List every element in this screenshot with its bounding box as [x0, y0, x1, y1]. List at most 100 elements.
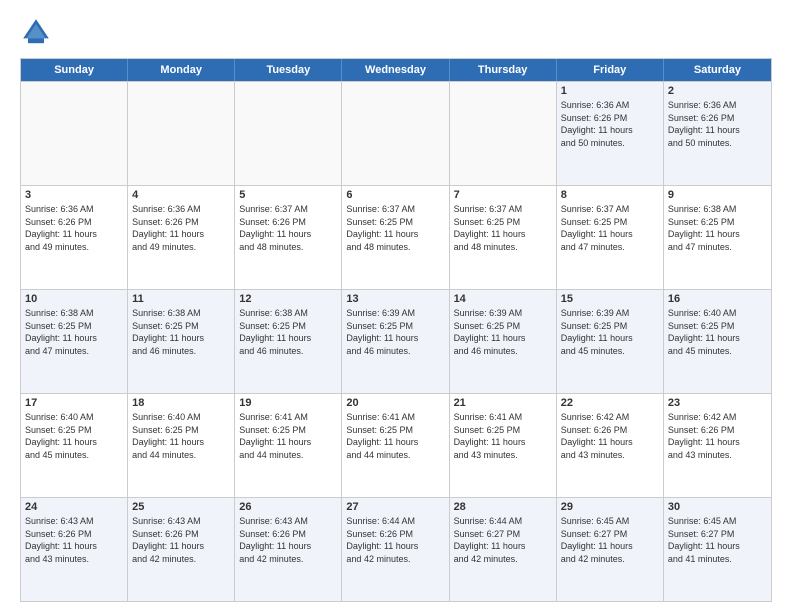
calendar-cell-2-0: 10Sunrise: 6:38 AM Sunset: 6:25 PM Dayli…: [21, 290, 128, 393]
cell-info: Sunrise: 6:44 AM Sunset: 6:26 PM Dayligh…: [346, 515, 444, 565]
calendar-cell-1-5: 8 Sunrise: 6:37 AM Sunset: 6:25 PM Daylig…: [557, 186, 664, 289]
day-number: 29: [561, 501, 659, 513]
cell-info: Sunrise: 6:39 AM Sunset: 6:25 PM Dayligh…: [561, 307, 659, 357]
calendar-cell-2-6: 16Sunrise: 6:40 AM Sunset: 6:25 PM Dayli…: [664, 290, 771, 393]
weekday-wednesday: Wednesday: [342, 59, 449, 81]
cell-info: Sunrise: 6:41 AM Sunset: 6:25 PM Dayligh…: [346, 411, 444, 461]
calendar-cell-2-4: 14Sunrise: 6:39 AM Sunset: 6:25 PM Dayli…: [450, 290, 557, 393]
calendar-cell-4-2: 26Sunrise: 6:43 AM Sunset: 6:26 PM Dayli…: [235, 498, 342, 601]
cell-info: Sunrise: 6:40 AM Sunset: 6:25 PM Dayligh…: [132, 411, 230, 461]
calendar-header: SundayMondayTuesdayWednesdayThursdayFrid…: [21, 59, 771, 81]
weekday-saturday: Saturday: [664, 59, 771, 81]
day-number: 30: [668, 501, 767, 513]
day-number: 15: [561, 293, 659, 305]
day-number: 17: [25, 397, 123, 409]
header: [20, 16, 772, 48]
calendar-cell-0-6: 2Sunrise: 6:36 AM Sunset: 6:26 PM Daylig…: [664, 82, 771, 185]
calendar-cell-3-5: 22 Sunrise: 6:42 AM Sunset: 6:26 PM Dayli…: [557, 394, 664, 497]
weekday-sunday: Sunday: [21, 59, 128, 81]
day-number: 12: [239, 293, 337, 305]
calendar-cell-0-1: [128, 82, 235, 185]
weekday-friday: Friday: [557, 59, 664, 81]
day-number: 19: [239, 397, 337, 409]
day-number: 25: [132, 501, 230, 513]
weekday-thursday: Thursday: [450, 59, 557, 81]
cell-info: Sunrise: 6:38 AM Sunset: 6:25 PM Dayligh…: [132, 307, 230, 357]
cell-info: Sunrise: 6:44 AM Sunset: 6:27 PM Dayligh…: [454, 515, 552, 565]
cell-info: Sunrise: 6:45 AM Sunset: 6:27 PM Dayligh…: [668, 515, 767, 565]
calendar-cell-1-6: 9 Sunrise: 6:38 AM Sunset: 6:25 PM Daylig…: [664, 186, 771, 289]
calendar-cell-1-3: 6 Sunrise: 6:37 AM Sunset: 6:25 PM Daylig…: [342, 186, 449, 289]
calendar-cell-4-4: 28 Sunrise: 6:44 AM Sunset: 6:27 PM Dayli…: [450, 498, 557, 601]
calendar-cell-4-5: 29 Sunrise: 6:45 AM Sunset: 6:27 PM Dayli…: [557, 498, 664, 601]
calendar-cell-3-3: 20Sunrise: 6:41 AM Sunset: 6:25 PM Dayli…: [342, 394, 449, 497]
day-number: 11: [132, 293, 230, 305]
day-number: 8: [561, 189, 659, 201]
calendar-row-1: 3 Sunrise: 6:36 AM Sunset: 6:26 PM Daylig…: [21, 185, 771, 289]
cell-info: Sunrise: 6:36 AM Sunset: 6:26 PM Dayligh…: [561, 99, 659, 149]
calendar-cell-4-0: 24Sunrise: 6:43 AM Sunset: 6:26 PM Dayli…: [21, 498, 128, 601]
calendar-cell-2-3: 13 Sunrise: 6:39 AM Sunset: 6:25 PM Dayli…: [342, 290, 449, 393]
calendar: SundayMondayTuesdayWednesdayThursdayFrid…: [20, 58, 772, 602]
cell-info: Sunrise: 6:38 AM Sunset: 6:25 PM Dayligh…: [668, 203, 767, 253]
calendar-cell-2-1: 11 Sunrise: 6:38 AM Sunset: 6:25 PM Dayli…: [128, 290, 235, 393]
day-number: 7: [454, 189, 552, 201]
calendar-cell-4-3: 27 Sunrise: 6:44 AM Sunset: 6:26 PM Dayli…: [342, 498, 449, 601]
day-number: 21: [454, 397, 552, 409]
cell-info: Sunrise: 6:37 AM Sunset: 6:26 PM Dayligh…: [239, 203, 337, 253]
day-number: 26: [239, 501, 337, 513]
logo: [20, 16, 56, 48]
day-number: 24: [25, 501, 123, 513]
day-number: 4: [132, 189, 230, 201]
calendar-cell-3-2: 19 Sunrise: 6:41 AM Sunset: 6:25 PM Dayli…: [235, 394, 342, 497]
calendar-cell-1-2: 5 Sunrise: 6:37 AM Sunset: 6:26 PM Daylig…: [235, 186, 342, 289]
calendar-cell-0-4: [450, 82, 557, 185]
day-number: 6: [346, 189, 444, 201]
day-number: 3: [25, 189, 123, 201]
calendar-row-3: 17 Sunrise: 6:40 AM Sunset: 6:25 PM Dayli…: [21, 393, 771, 497]
logo-icon: [20, 16, 52, 48]
cell-info: Sunrise: 6:39 AM Sunset: 6:25 PM Dayligh…: [346, 307, 444, 357]
weekday-tuesday: Tuesday: [235, 59, 342, 81]
calendar-cell-2-5: 15 Sunrise: 6:39 AM Sunset: 6:25 PM Dayli…: [557, 290, 664, 393]
calendar-cell-4-1: 25Sunrise: 6:43 AM Sunset: 6:26 PM Dayli…: [128, 498, 235, 601]
calendar-cell-1-0: 3 Sunrise: 6:36 AM Sunset: 6:26 PM Daylig…: [21, 186, 128, 289]
calendar-row-0: 1 Sunrise: 6:36 AM Sunset: 6:26 PM Daylig…: [21, 81, 771, 185]
day-number: 1: [561, 85, 659, 97]
cell-info: Sunrise: 6:41 AM Sunset: 6:25 PM Dayligh…: [239, 411, 337, 461]
day-number: 27: [346, 501, 444, 513]
calendar-cell-1-1: 4 Sunrise: 6:36 AM Sunset: 6:26 PM Daylig…: [128, 186, 235, 289]
day-number: 28: [454, 501, 552, 513]
day-number: 9: [668, 189, 767, 201]
calendar-cell-1-4: 7 Sunrise: 6:37 AM Sunset: 6:25 PM Daylig…: [450, 186, 557, 289]
cell-info: Sunrise: 6:36 AM Sunset: 6:26 PM Dayligh…: [132, 203, 230, 253]
cell-info: Sunrise: 6:36 AM Sunset: 6:26 PM Dayligh…: [668, 99, 767, 149]
calendar-cell-2-2: 12 Sunrise: 6:38 AM Sunset: 6:25 PM Dayli…: [235, 290, 342, 393]
day-number: 5: [239, 189, 337, 201]
cell-info: Sunrise: 6:39 AM Sunset: 6:25 PM Dayligh…: [454, 307, 552, 357]
day-number: 18: [132, 397, 230, 409]
cell-info: Sunrise: 6:42 AM Sunset: 6:26 PM Dayligh…: [561, 411, 659, 461]
cell-info: Sunrise: 6:41 AM Sunset: 6:25 PM Dayligh…: [454, 411, 552, 461]
calendar-cell-0-2: [235, 82, 342, 185]
cell-info: Sunrise: 6:37 AM Sunset: 6:25 PM Dayligh…: [454, 203, 552, 253]
cell-info: Sunrise: 6:38 AM Sunset: 6:25 PM Dayligh…: [239, 307, 337, 357]
cell-info: Sunrise: 6:42 AM Sunset: 6:26 PM Dayligh…: [668, 411, 767, 461]
calendar-cell-3-4: 21 Sunrise: 6:41 AM Sunset: 6:25 PM Dayli…: [450, 394, 557, 497]
cell-info: Sunrise: 6:37 AM Sunset: 6:25 PM Dayligh…: [346, 203, 444, 253]
cell-info: Sunrise: 6:37 AM Sunset: 6:25 PM Dayligh…: [561, 203, 659, 253]
calendar-cell-0-0: [21, 82, 128, 185]
cell-info: Sunrise: 6:40 AM Sunset: 6:25 PM Dayligh…: [668, 307, 767, 357]
calendar-cell-4-6: 30 Sunrise: 6:45 AM Sunset: 6:27 PM Dayli…: [664, 498, 771, 601]
calendar-row-4: 24Sunrise: 6:43 AM Sunset: 6:26 PM Dayli…: [21, 497, 771, 601]
day-number: 23: [668, 397, 767, 409]
day-number: 22: [561, 397, 659, 409]
day-number: 13: [346, 293, 444, 305]
page: SundayMondayTuesdayWednesdayThursdayFrid…: [0, 0, 792, 612]
weekday-monday: Monday: [128, 59, 235, 81]
cell-info: Sunrise: 6:38 AM Sunset: 6:25 PM Dayligh…: [25, 307, 123, 357]
calendar-body: 1 Sunrise: 6:36 AM Sunset: 6:26 PM Daylig…: [21, 81, 771, 601]
cell-info: Sunrise: 6:36 AM Sunset: 6:26 PM Dayligh…: [25, 203, 123, 253]
cell-info: Sunrise: 6:45 AM Sunset: 6:27 PM Dayligh…: [561, 515, 659, 565]
cell-info: Sunrise: 6:40 AM Sunset: 6:25 PM Dayligh…: [25, 411, 123, 461]
